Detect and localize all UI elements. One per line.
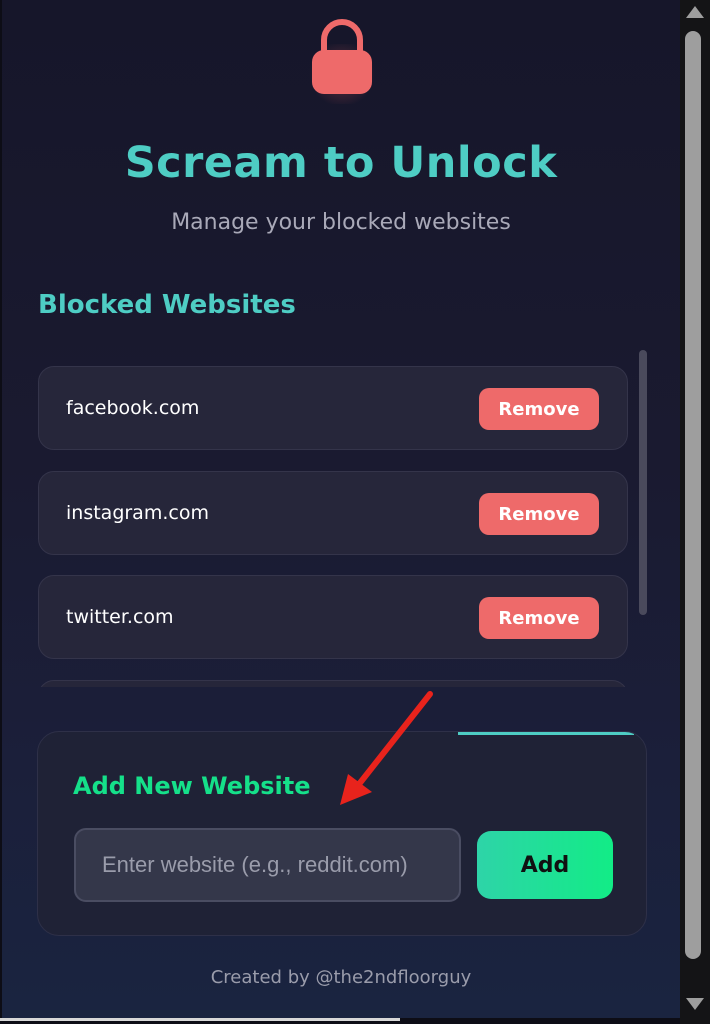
padlock-icon <box>312 19 372 94</box>
scroll-up-arrow-icon[interactable] <box>686 6 704 18</box>
blocked-site-row: twitter.com Remove <box>38 575 628 659</box>
add-button[interactable]: Add <box>477 831 613 899</box>
page-title: Scream to Unlock <box>124 138 558 188</box>
remove-facebook-button[interactable]: Remove <box>479 388 599 430</box>
scroll-down-arrow-icon[interactable] <box>686 998 704 1010</box>
red-arrow-icon <box>340 691 433 805</box>
footer-credit: Created by @the2ndfloorguy <box>210 967 472 988</box>
blocked-site-row: instagram.com Remove <box>38 471 628 555</box>
site-name: instagram.com <box>66 502 209 524</box>
blocked-websites-heading: Blocked Websites <box>38 290 296 320</box>
scroll-thumb[interactable] <box>685 31 701 959</box>
page-subtitle: Manage your blocked websites <box>171 210 511 235</box>
bottom-edge-line <box>0 1018 400 1021</box>
card-accent-line <box>458 732 634 735</box>
list-scrollbar[interactable] <box>639 350 647 615</box>
add-website-heading: Add New Website <box>73 772 311 800</box>
blocked-sites-list[interactable]: facebook.com Remove instagram.com Remove… <box>36 362 632 687</box>
remove-twitter-button[interactable]: Remove <box>479 597 599 639</box>
blocked-site-row: facebook.com Remove <box>38 366 628 450</box>
window-scrollbar[interactable] <box>680 0 710 1024</box>
site-name: facebook.com <box>66 397 200 419</box>
remove-instagram-button[interactable]: Remove <box>479 493 599 535</box>
site-name: twitter.com <box>66 606 174 628</box>
lock-header <box>302 14 382 104</box>
extension-popup: Scream to Unlock Manage your blocked web… <box>2 0 680 1018</box>
blocked-site-row-partial <box>38 680 628 687</box>
website-input[interactable] <box>74 828 461 902</box>
